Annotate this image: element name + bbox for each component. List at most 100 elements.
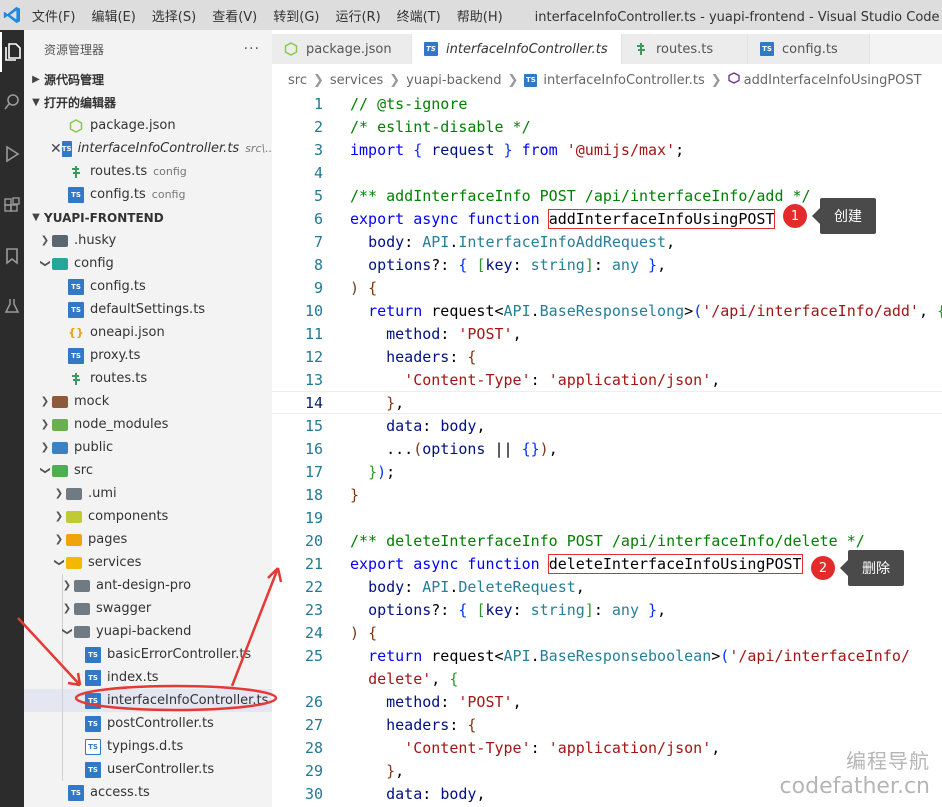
code-line: 17 });	[272, 460, 942, 483]
tree-file[interactable]: TS postController.ts	[24, 712, 272, 735]
tree-folder[interactable]: ❯ .husky	[24, 229, 272, 252]
menu-selection[interactable]: 选择(S)	[144, 6, 204, 25]
run-activity[interactable]	[0, 134, 24, 174]
chevron-down-icon: ❯	[39, 466, 51, 475]
extensions-activity[interactable]	[0, 186, 24, 226]
code-line: 26 method: 'POST',	[272, 690, 942, 713]
breadcrumb-item[interactable]: interfaceInfoController.ts	[543, 73, 704, 88]
breadcrumb-item[interactable]: yuapi-backend	[406, 73, 501, 88]
menu-terminal[interactable]: 终端(T)	[389, 6, 449, 25]
indent-guide	[62, 689, 63, 712]
chevron-down-icon: ❯	[53, 558, 65, 567]
chevron-down-icon: ▼	[32, 212, 40, 223]
tab-routes[interactable]: routes.ts	[622, 34, 748, 64]
tree-folder[interactable]: ❯ pages	[24, 528, 272, 551]
line-number: 7	[313, 232, 323, 251]
tree-folder[interactable]: ❯ yuapi-backend	[24, 620, 272, 643]
open-editor-item[interactable]: ✕ TS interfaceInfoController.ts src\...	[24, 137, 272, 160]
tree-folder[interactable]: ❯ public	[24, 436, 272, 459]
code-text: /* eslint-disable */	[350, 117, 531, 136]
menu-help[interactable]: 帮助(H)	[449, 6, 511, 25]
scm-section[interactable]: ▶ 源代码管理	[24, 68, 272, 91]
remote-activity[interactable]	[0, 286, 24, 326]
tree-file[interactable]: TS basicErrorController.ts	[24, 643, 272, 666]
menu-go[interactable]: 转到(G)	[265, 6, 327, 25]
open-editor-path: config	[153, 165, 187, 178]
code-line: 3 import { request } from '@umijs/max';	[272, 138, 942, 161]
tree-file[interactable]: TS defaultSettings.ts	[24, 298, 272, 321]
folder-open-icon	[52, 256, 68, 272]
indent-guide	[62, 758, 63, 781]
explorer-activity[interactable]	[0, 32, 24, 72]
tree-item-label: public	[74, 440, 114, 455]
open-editor-item[interactable]: routes.ts config	[24, 160, 272, 183]
tree-file[interactable]: routes.ts	[24, 367, 272, 390]
scm-section-label: 源代码管理	[44, 73, 105, 87]
code-text: ) {	[350, 623, 378, 642]
more-actions-button[interactable]: ···	[244, 41, 260, 57]
code-text: body: API.InterfaceInfoAddRequest,	[368, 232, 676, 251]
open-editor-item[interactable]: TS config.ts config	[24, 183, 272, 206]
open-editor-item[interactable]: package.json	[24, 114, 272, 137]
folder-icon	[74, 578, 90, 594]
code-line: 2 /* eslint-disable */	[272, 115, 942, 138]
tree-folder[interactable]: ❯ ant-design-pro	[24, 574, 272, 597]
code-line: 10 return request<API.BaseResponselong>(…	[272, 299, 942, 322]
tab-config[interactable]: TS config.ts	[748, 34, 870, 64]
menu-view[interactable]: 查看(V)	[204, 6, 265, 25]
open-editor-path: src\...	[245, 142, 272, 155]
bookmarks-activity[interactable]	[0, 236, 24, 276]
tab-label: config.ts	[782, 41, 838, 57]
line-number: 28	[304, 738, 323, 757]
tree-folder[interactable]: ❯ components	[24, 505, 272, 528]
project-section[interactable]: ▼ YUAPI-FRONTEND	[24, 206, 272, 229]
breadcrumb-item[interactable]: services	[330, 73, 383, 88]
tab-interfaceinfocontroller[interactable]: TS interfaceInfoController.ts	[412, 34, 622, 64]
breadcrumb-item[interactable]: addInterfaceInfoUsingPOST	[744, 73, 922, 88]
line-number: 3	[313, 140, 323, 159]
tree-folder[interactable]: ❯ src	[24, 459, 272, 482]
menu-file[interactable]: 文件(F)	[24, 6, 84, 25]
tree-folder[interactable]: ❯ .umi	[24, 482, 272, 505]
tree-file[interactable]: TS proxy.ts	[24, 344, 272, 367]
search-activity[interactable]	[0, 82, 24, 122]
tree-folder[interactable]: ❯ node_modules	[24, 413, 272, 436]
highlighted-function-name: addInterfaceInfoUsingPOST	[547, 208, 776, 229]
tree-folder[interactable]: ❯ mock	[24, 390, 272, 413]
code-text: delete', {	[368, 669, 459, 688]
method-symbol-icon	[728, 72, 740, 88]
code-line: 25 return request<API.BaseResponseboolea…	[272, 644, 942, 667]
code-text: return request<API.BaseResponselong>('/a…	[368, 301, 942, 320]
line-number: 19	[304, 508, 323, 527]
chevron-right-icon: ▶	[32, 74, 40, 85]
menu-run[interactable]: 运行(R)	[327, 6, 388, 25]
code-text: // @ts-ignore	[350, 94, 468, 113]
chevron-right-icon: ❯	[54, 511, 64, 522]
close-icon[interactable]: ✕	[50, 141, 62, 157]
tree-folder[interactable]: ❯ swagger	[24, 597, 272, 620]
indent-guide	[62, 574, 63, 597]
open-editors-section[interactable]: ▼ 打开的编辑器	[24, 91, 272, 114]
code-line: 4	[272, 161, 942, 184]
tree-file-selected[interactable]: TS interfaceInfoController.ts	[24, 689, 272, 712]
tree-file[interactable]: TS config.ts	[24, 275, 272, 298]
open-editors-label: 打开的编辑器	[44, 96, 117, 110]
tree-item-label: ant-design-pro	[96, 578, 192, 593]
code-line-wrapped: delete', {	[272, 667, 942, 690]
breadcrumb-item[interactable]: src	[288, 73, 307, 88]
tree-file[interactable]: TS index.ts	[24, 666, 272, 689]
tree-file[interactable]: TS userController.ts	[24, 758, 272, 781]
chevron-down-icon: ▼	[32, 97, 40, 108]
line-number: 1	[313, 94, 323, 113]
menu-edit[interactable]: 编辑(E)	[83, 6, 143, 25]
code-editor[interactable]: 1 // @ts-ignore 2 /* eslint-disable */ 3 im…	[272, 92, 942, 807]
tree-item-label: typings.d.ts	[107, 739, 184, 754]
tree-folder[interactable]: ❯ services	[24, 551, 272, 574]
tree-file[interactable]: TS access.ts	[24, 781, 272, 804]
tab-package-json[interactable]: package.json	[272, 34, 412, 64]
tree-file[interactable]: {} oneapi.json	[24, 321, 272, 344]
tree-file[interactable]: TS typings.d.ts	[24, 735, 272, 758]
tree-folder[interactable]: ❯ config	[24, 252, 272, 275]
code-text: method: 'POST',	[386, 324, 522, 343]
code-text: 'Content-Type': 'application/json',	[404, 738, 721, 757]
